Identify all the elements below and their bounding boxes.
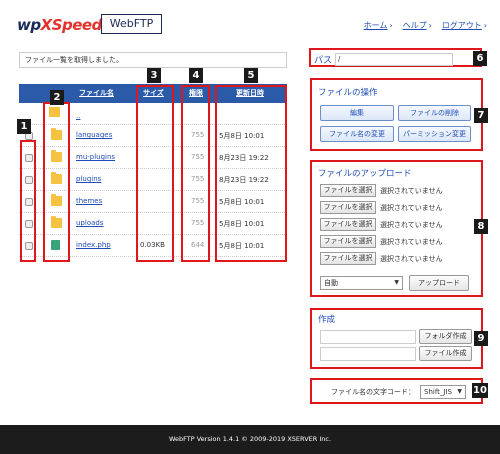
footer: WebFTP Version 1.4.1 © 2009-2019 XSERVER… xyxy=(0,425,500,454)
edit-button[interactable]: 編集 xyxy=(320,105,394,121)
no-file-text: 選択されていません xyxy=(380,187,443,195)
no-file-text: 選択されていません xyxy=(380,255,443,263)
highlight-icon-column xyxy=(43,102,70,262)
choose-file-button[interactable]: ファイルを選択 xyxy=(320,184,376,197)
encoding-label: ファイル名の文字コード： xyxy=(331,388,415,396)
path-box: パス / xyxy=(309,48,482,67)
badge-1: 1 xyxy=(17,119,31,134)
change-permission-button[interactable]: パーミッション変更 xyxy=(398,126,471,142)
chevron-right-icon: › xyxy=(428,21,432,30)
upload-button[interactable]: アップロード xyxy=(409,275,469,291)
folder-name-input[interactable] xyxy=(320,330,416,344)
status-message: ファイル一覧を取得しました。 xyxy=(19,52,287,68)
highlight-size-column xyxy=(136,85,174,262)
highlight-checkbox-column xyxy=(20,140,36,262)
no-file-text: 選択されていません xyxy=(380,221,443,229)
path-label: パス xyxy=(314,56,333,66)
file-name-link[interactable]: themes xyxy=(76,197,102,205)
badge-5: 5 xyxy=(244,68,258,83)
caret-down-icon: ▼ xyxy=(457,388,462,395)
create-folder-button[interactable]: フォルダ作成 xyxy=(419,329,472,344)
badge-9: 9 xyxy=(474,331,488,346)
top-nav: ホーム › ヘルプ › ログアウト › xyxy=(364,20,487,31)
highlight-date-column xyxy=(215,85,287,262)
file-name-link[interactable]: languages xyxy=(76,131,112,139)
create-title: 作成 xyxy=(318,315,336,325)
file-name-link[interactable]: plugins xyxy=(76,175,101,183)
choose-file-button[interactable]: ファイルを選択 xyxy=(320,218,376,231)
create-file-button[interactable]: ファイル作成 xyxy=(419,346,472,361)
badge-10: 10 xyxy=(472,383,488,398)
file-name-link[interactable]: index.php xyxy=(76,241,111,249)
badge-3: 3 xyxy=(147,68,161,83)
rename-file-button[interactable]: ファイル名の変更 xyxy=(320,126,394,142)
logo: wpXSpeed xyxy=(17,16,102,34)
upload-title: ファイルのアップロード xyxy=(318,169,412,179)
badge-8: 8 xyxy=(474,219,488,234)
no-file-text: 選択されていません xyxy=(380,238,443,246)
badge-4: 4 xyxy=(189,68,203,83)
nav-home[interactable]: ホーム › xyxy=(364,20,393,31)
parent-link[interactable]: .. xyxy=(76,112,80,120)
no-file-text: 選択されていません xyxy=(380,204,443,212)
badge-7: 7 xyxy=(474,108,488,123)
encoding-select[interactable]: Shift_JIS ▼ xyxy=(420,385,466,399)
col-name-header[interactable]: ファイル名 xyxy=(79,88,114,98)
nav-help[interactable]: ヘルプ › xyxy=(403,20,432,31)
path-input[interactable]: / xyxy=(335,53,453,66)
file-name-input[interactable] xyxy=(320,347,416,361)
choose-file-button[interactable]: ファイルを選択 xyxy=(320,201,376,214)
header: wpXSpeed WebFTP ホーム › ヘルプ › ログアウト › xyxy=(0,0,500,46)
product-name: WebFTP xyxy=(101,14,162,34)
delete-file-button[interactable]: ファイルの削除 xyxy=(398,105,471,121)
highlight-perm-column xyxy=(181,85,210,262)
caret-down-icon: ▼ xyxy=(394,279,399,286)
chevron-right-icon: › xyxy=(483,21,487,30)
file-name-link[interactable]: mu-plugins xyxy=(76,153,115,161)
choose-file-button[interactable]: ファイルを選択 xyxy=(320,252,376,265)
badge-2: 2 xyxy=(50,90,64,105)
choose-file-button[interactable]: ファイルを選択 xyxy=(320,235,376,248)
operations-title: ファイルの操作 xyxy=(318,88,378,98)
file-name-link[interactable]: uploads xyxy=(76,219,104,227)
badge-6: 6 xyxy=(473,51,487,66)
nav-logout[interactable]: ログアウト › xyxy=(442,20,487,31)
chevron-right-icon: › xyxy=(389,21,393,30)
upload-mode-select[interactable]: 自動 ▼ xyxy=(320,276,403,290)
